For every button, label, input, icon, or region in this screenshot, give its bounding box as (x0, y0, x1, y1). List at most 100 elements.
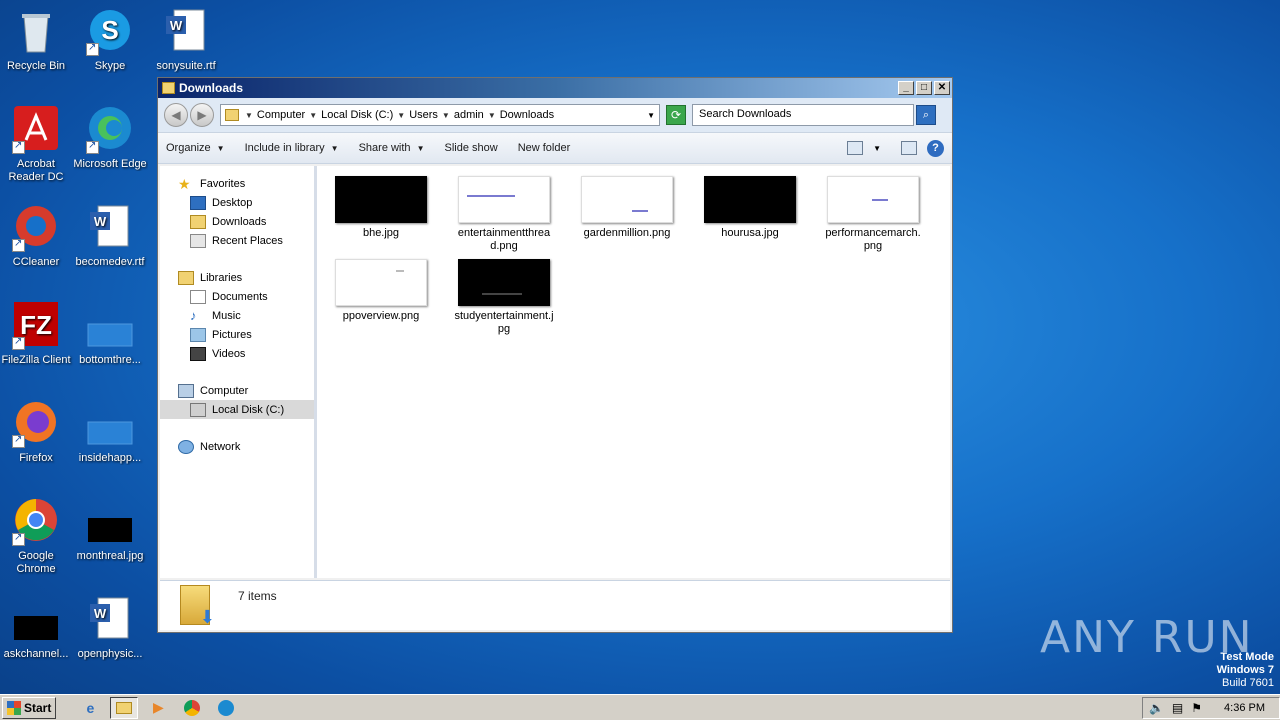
chevron-down-icon: ▼ (330, 144, 339, 153)
title-bar[interactable]: Downloads _ □ ✕ (158, 78, 952, 98)
nav-local-disk[interactable]: Local Disk (C:) (160, 400, 314, 419)
file-list: bhe.jpg entertainmentthread.png gardenmi… (317, 166, 950, 578)
chevron-right-icon[interactable]: ▼ (309, 111, 317, 120)
acrobat-icon (12, 106, 60, 154)
nav-videos[interactable]: Videos (160, 344, 314, 363)
desktop-icon-recycle-bin[interactable]: Recycle Bin (0, 8, 74, 73)
nav-desktop[interactable]: Desktop (160, 193, 314, 212)
desktop-icon-askchannel[interactable]: askchannel... (0, 596, 74, 661)
search-icon[interactable]: ⌕ (916, 105, 936, 125)
image-thumb-icon (335, 259, 427, 306)
include-in-library-button[interactable]: Include in library ▼ (245, 142, 339, 154)
edge-icon[interactable] (212, 697, 240, 719)
flag-icon[interactable]: ⚑ (1191, 701, 1202, 715)
address-bar[interactable]: ▼ Computer ▼ Local Disk (C:) ▼ Users ▼ a… (220, 104, 660, 126)
documents-icon (190, 289, 206, 304)
window-title: Downloads (179, 81, 244, 95)
desktop-icon-skype[interactable]: S Skype (72, 8, 148, 73)
minimize-button[interactable]: _ (898, 81, 914, 95)
forward-button[interactable]: ▶ (190, 103, 214, 127)
image-thumb-icon (704, 176, 796, 223)
desktop-icon-filezilla[interactable]: FZ FileZilla Client (0, 302, 74, 367)
item-count: 7 items (238, 589, 277, 603)
word-document-icon: W (86, 596, 134, 644)
desktop-icon-firefox[interactable]: Firefox (0, 400, 74, 465)
desktop-icon-sonysuite[interactable]: W sonysuite.rtf (148, 8, 224, 73)
svg-text:FZ: FZ (20, 310, 52, 340)
search-input[interactable]: Search Downloads (692, 104, 914, 126)
start-button[interactable]: Start (2, 696, 57, 719)
network-tray-icon[interactable]: ▤ (1172, 701, 1183, 715)
file-item[interactable]: gardenmillion.png (577, 176, 677, 240)
internet-explorer-icon[interactable]: e (76, 697, 104, 719)
svg-text:W: W (170, 18, 183, 33)
explorer-body: ★ Favorites Desktop Downloads Recent Pla… (160, 166, 950, 578)
file-item[interactable]: studyentertainment.jpg (454, 259, 554, 336)
breadcrumb-computer[interactable]: Computer (257, 109, 305, 121)
folder-icon (225, 109, 239, 121)
file-item[interactable]: bhe.jpg (331, 176, 431, 240)
new-folder-button[interactable]: New folder (518, 142, 571, 154)
network-icon (178, 439, 194, 454)
desktop-icon-ccleaner[interactable]: CCleaner (0, 204, 74, 269)
breadcrumb-downloads[interactable]: Downloads (500, 109, 554, 121)
file-item[interactable]: entertainmentthread.png (454, 176, 554, 253)
nav-favorites[interactable]: ★ Favorites (160, 174, 314, 193)
chevron-down-icon: ▼ (216, 144, 225, 153)
refresh-icon[interactable]: ⟳ (666, 105, 686, 125)
desktop-icon-chrome[interactable]: Google Chrome (0, 498, 74, 576)
organize-button[interactable]: Organize ▼ (166, 142, 225, 154)
slide-show-button[interactable]: Slide show (444, 142, 497, 154)
taskbar: Start e ▶ 🔈 ▤ ⚑ 4:36 PM (0, 694, 1280, 720)
blank-file-icon (86, 302, 134, 350)
nav-recent-places[interactable]: Recent Places (160, 231, 314, 250)
desktop-icon-edge[interactable]: Microsoft Edge (72, 106, 148, 171)
preview-pane-icon[interactable] (901, 141, 917, 155)
desktop-icon-openphysic[interactable]: W openphysic... (72, 596, 148, 661)
share-with-button[interactable]: Share with ▼ (359, 142, 425, 154)
volume-icon[interactable]: 🔈 (1149, 701, 1164, 715)
clock[interactable]: 4:36 PM (1224, 702, 1265, 714)
image-thumb-icon (581, 176, 673, 223)
desktop-icon-becomedev[interactable]: W becomedev.rtf (72, 204, 148, 269)
desktop-icon-insidehapp[interactable]: insidehapp... (72, 400, 148, 465)
nav-music[interactable]: ♪ Music (160, 306, 314, 325)
chevron-right-icon[interactable]: ▼ (442, 111, 450, 120)
view-options-icon[interactable] (847, 141, 864, 155)
word-document-icon: W (162, 8, 210, 56)
desktop-icon-bottomthre[interactable]: bottomthre... (72, 302, 148, 367)
help-icon[interactable]: ? (927, 139, 944, 157)
nav-documents[interactable]: Documents (160, 287, 314, 306)
chevron-right-icon[interactable]: ▼ (397, 111, 405, 120)
back-button[interactable]: ◀ (164, 103, 188, 127)
file-item[interactable]: performancemarch.png (823, 176, 923, 253)
navigation-pane: ★ Favorites Desktop Downloads Recent Pla… (160, 166, 317, 578)
media-player-icon[interactable]: ▶ (144, 697, 172, 719)
chevron-down-icon[interactable]: ▼ (647, 111, 655, 120)
chevron-down-icon[interactable]: ▼ (873, 144, 881, 153)
nav-network[interactable]: Network (160, 437, 314, 456)
nav-libraries[interactable]: Libraries (160, 268, 314, 287)
file-item[interactable]: hourusa.jpg (700, 176, 800, 240)
file-explorer-icon[interactable] (110, 696, 139, 719)
system-tray: 🔈 ▤ ⚑ 4:36 PM (1141, 696, 1280, 719)
pictures-icon (190, 327, 206, 342)
file-item[interactable]: ppoverview.png (331, 259, 431, 323)
breadcrumb-admin[interactable]: admin (454, 109, 484, 121)
music-icon: ♪ (190, 307, 197, 323)
chrome-icon[interactable] (178, 697, 206, 719)
close-button[interactable]: ✕ (934, 81, 950, 95)
chevron-right-icon[interactable]: ▼ (488, 111, 496, 120)
breadcrumb-local-disk[interactable]: Local Disk (C:) (321, 109, 393, 121)
drive-icon (190, 402, 206, 417)
nav-computer[interactable]: Computer (160, 381, 314, 400)
nav-pictures[interactable]: Pictures (160, 325, 314, 344)
maximize-button[interactable]: □ (916, 81, 932, 95)
breadcrumb-users[interactable]: Users (409, 109, 438, 121)
svg-text:W: W (94, 214, 107, 229)
desktop-icon-acrobat[interactable]: Acrobat Reader DC (0, 106, 74, 184)
blank-file-icon (86, 400, 134, 448)
downloads-folder-icon (190, 214, 206, 229)
nav-downloads[interactable]: Downloads (160, 212, 314, 231)
desktop-icon-monthreal[interactable]: monthreal.jpg (72, 498, 148, 563)
